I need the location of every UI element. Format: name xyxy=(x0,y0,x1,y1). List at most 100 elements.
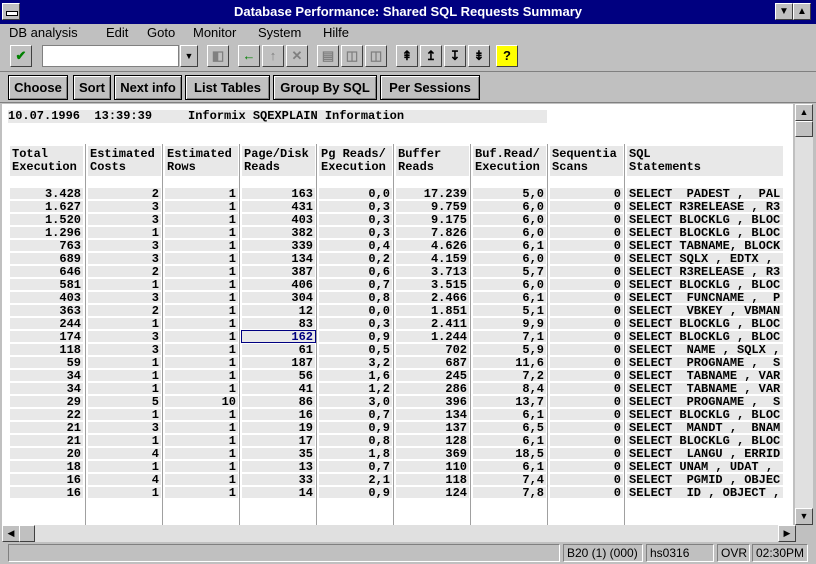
cell-estimated-costs[interactable]: 3 xyxy=(88,422,161,433)
cell-estimated-costs[interactable]: 1 xyxy=(88,383,161,394)
choose-button[interactable]: Choose xyxy=(8,75,68,100)
cell-total-execution[interactable]: 22 xyxy=(10,409,83,420)
menu-goto[interactable]: Goto xyxy=(147,25,175,40)
cell-pg-reads-per-execution[interactable]: 0,9 xyxy=(319,487,392,498)
cell-total-execution[interactable]: 689 xyxy=(10,253,83,264)
cell-buf-read-per-execution[interactable]: 6,0 xyxy=(473,214,546,225)
cell-sql-statements[interactable]: SELECT BLOCKLG , BLOC xyxy=(627,227,783,238)
cell-estimated-costs[interactable]: 1 xyxy=(88,370,161,381)
cell-estimated-costs[interactable]: 3 xyxy=(88,253,161,264)
cell-sequential-scans[interactable]: 0 xyxy=(550,396,623,407)
cell-page-disk-reads[interactable]: 187 xyxy=(242,357,315,368)
cell-buffer-reads[interactable]: 245 xyxy=(396,370,469,381)
cell-page-disk-reads[interactable]: 19 xyxy=(242,422,315,433)
cell-estimated-costs[interactable]: 2 xyxy=(88,266,161,277)
cell-estimated-rows[interactable]: 1 xyxy=(165,201,238,212)
cell-page-disk-reads[interactable]: 83 xyxy=(242,318,315,329)
cell-pg-reads-per-execution[interactable]: 0,9 xyxy=(319,422,392,433)
cell-estimated-costs[interactable]: 3 xyxy=(88,292,161,303)
cell-sql-statements[interactable]: SELECT R3RELEASE , R3 xyxy=(627,201,783,212)
cell-estimated-rows[interactable]: 1 xyxy=(165,331,238,342)
cell-total-execution[interactable]: 174 xyxy=(10,331,83,342)
cell-estimated-costs[interactable]: 3 xyxy=(88,344,161,355)
cell-sql-statements[interactable]: SELECT LANGU , ERRID xyxy=(627,448,783,459)
cell-total-execution[interactable]: 763 xyxy=(10,240,83,251)
cell-buf-read-per-execution[interactable]: 5,7 xyxy=(473,266,546,277)
cell-estimated-costs[interactable]: 1 xyxy=(88,461,161,472)
menu-monitor[interactable]: Monitor xyxy=(193,25,236,40)
cell-page-disk-reads[interactable]: 33 xyxy=(242,474,315,485)
cell-buf-read-per-execution[interactable]: 9,9 xyxy=(473,318,546,329)
cancel-icon[interactable]: ✕ xyxy=(286,45,308,67)
cell-pg-reads-per-execution[interactable]: 3,2 xyxy=(319,357,392,368)
cell-pg-reads-per-execution[interactable]: 0,2 xyxy=(319,253,392,264)
print-icon[interactable]: ▤ xyxy=(317,45,339,67)
column-header-buffer-reads[interactable]: Buffer Reads xyxy=(396,146,469,176)
cell-sequential-scans[interactable]: 0 xyxy=(550,344,623,355)
cell-buf-read-per-execution[interactable]: 7,1 xyxy=(473,331,546,342)
cell-buffer-reads[interactable]: 128 xyxy=(396,435,469,446)
cell-buf-read-per-execution[interactable]: 8,4 xyxy=(473,383,546,394)
cell-sequential-scans[interactable]: 0 xyxy=(550,318,623,329)
cell-estimated-rows[interactable]: 1 xyxy=(165,253,238,264)
cell-buffer-reads[interactable]: 2.466 xyxy=(396,292,469,303)
cell-page-disk-reads[interactable]: 41 xyxy=(242,383,315,394)
cell-total-execution[interactable]: 244 xyxy=(10,318,83,329)
cell-sql-statements[interactable]: SELECT BLOCKLG , BLOC xyxy=(627,435,783,446)
cell-pg-reads-per-execution[interactable]: 0,7 xyxy=(319,279,392,290)
cell-page-disk-reads[interactable]: 387 xyxy=(242,266,315,277)
cell-pg-reads-per-execution[interactable]: 1,8 xyxy=(319,448,392,459)
cell-estimated-rows[interactable]: 1 xyxy=(165,305,238,316)
cell-page-disk-reads[interactable]: 339 xyxy=(242,240,315,251)
cell-pg-reads-per-execution[interactable]: 0,3 xyxy=(319,318,392,329)
cell-buffer-reads[interactable]: 3.713 xyxy=(396,266,469,277)
cell-pg-reads-per-execution[interactable]: 0,3 xyxy=(319,227,392,238)
cell-estimated-rows[interactable]: 1 xyxy=(165,370,238,381)
cell-buffer-reads[interactable]: 4.159 xyxy=(396,253,469,264)
cell-buf-read-per-execution[interactable]: 6,0 xyxy=(473,253,546,264)
cell-estimated-costs[interactable]: 3 xyxy=(88,214,161,225)
menu-edit[interactable]: Edit xyxy=(106,25,128,40)
command-field[interactable] xyxy=(42,45,179,67)
cell-sequential-scans[interactable]: 0 xyxy=(550,487,623,498)
cell-total-execution[interactable]: 16 xyxy=(10,474,83,485)
cell-buf-read-per-execution[interactable]: 7,4 xyxy=(473,474,546,485)
cell-estimated-costs[interactable]: 1 xyxy=(88,409,161,420)
scroll-down-icon[interactable]: ▼ xyxy=(795,508,813,525)
cell-page-disk-reads[interactable]: 13 xyxy=(242,461,315,472)
horizontal-scrollbar[interactable]: ◀ ▶ xyxy=(2,525,796,542)
cell-sql-statements[interactable]: SELECT R3RELEASE , R3 xyxy=(627,266,783,277)
cell-pg-reads-per-execution[interactable]: 0,6 xyxy=(319,266,392,277)
cell-total-execution[interactable]: 20 xyxy=(10,448,83,459)
cell-sequential-scans[interactable]: 0 xyxy=(550,409,623,420)
cell-pg-reads-per-execution[interactable]: 0,0 xyxy=(319,188,392,199)
cell-total-execution[interactable]: 1.520 xyxy=(10,214,83,225)
cell-estimated-rows[interactable]: 1 xyxy=(165,474,238,485)
cell-sequential-scans[interactable]: 0 xyxy=(550,188,623,199)
per-sessions-button[interactable]: Per Sessions xyxy=(380,75,480,100)
cell-buf-read-per-execution[interactable]: 6,0 xyxy=(473,201,546,212)
cell-page-disk-reads[interactable]: 134 xyxy=(242,253,315,264)
column-header-buf-read-per-execution[interactable]: Buf.Read/Execution xyxy=(473,146,546,176)
cell-total-execution[interactable]: 118 xyxy=(10,344,83,355)
cell-page-disk-reads[interactable]: 162 xyxy=(241,330,316,343)
column-header-estimated-costs[interactable]: Estimated Costs xyxy=(88,146,161,176)
cell-pg-reads-per-execution[interactable]: 0,8 xyxy=(319,292,392,303)
minimize-button[interactable]: ▼ xyxy=(775,3,793,20)
cell-sequential-scans[interactable]: 0 xyxy=(550,279,623,290)
cell-buffer-reads[interactable]: 369 xyxy=(396,448,469,459)
horizontal-scroll-thumb[interactable] xyxy=(19,525,35,542)
cell-estimated-rows[interactable]: 1 xyxy=(165,383,238,394)
prev-page-icon[interactable]: ↥ xyxy=(420,45,442,67)
find-icon[interactable]: ◫ xyxy=(341,45,363,67)
back-icon[interactable]: ← xyxy=(238,45,260,67)
cell-sql-statements[interactable]: SELECT NAME , SQLX , xyxy=(627,344,783,355)
cell-sql-statements[interactable]: SELECT TABNAME , VAR xyxy=(627,370,783,381)
cell-sequential-scans[interactable]: 0 xyxy=(550,253,623,264)
cell-estimated-costs[interactable]: 1 xyxy=(88,435,161,446)
cell-page-disk-reads[interactable]: 12 xyxy=(242,305,315,316)
cell-page-disk-reads[interactable]: 431 xyxy=(242,201,315,212)
cell-page-disk-reads[interactable]: 17 xyxy=(242,435,315,446)
cell-buf-read-per-execution[interactable]: 13,7 xyxy=(473,396,546,407)
cell-total-execution[interactable]: 363 xyxy=(10,305,83,316)
